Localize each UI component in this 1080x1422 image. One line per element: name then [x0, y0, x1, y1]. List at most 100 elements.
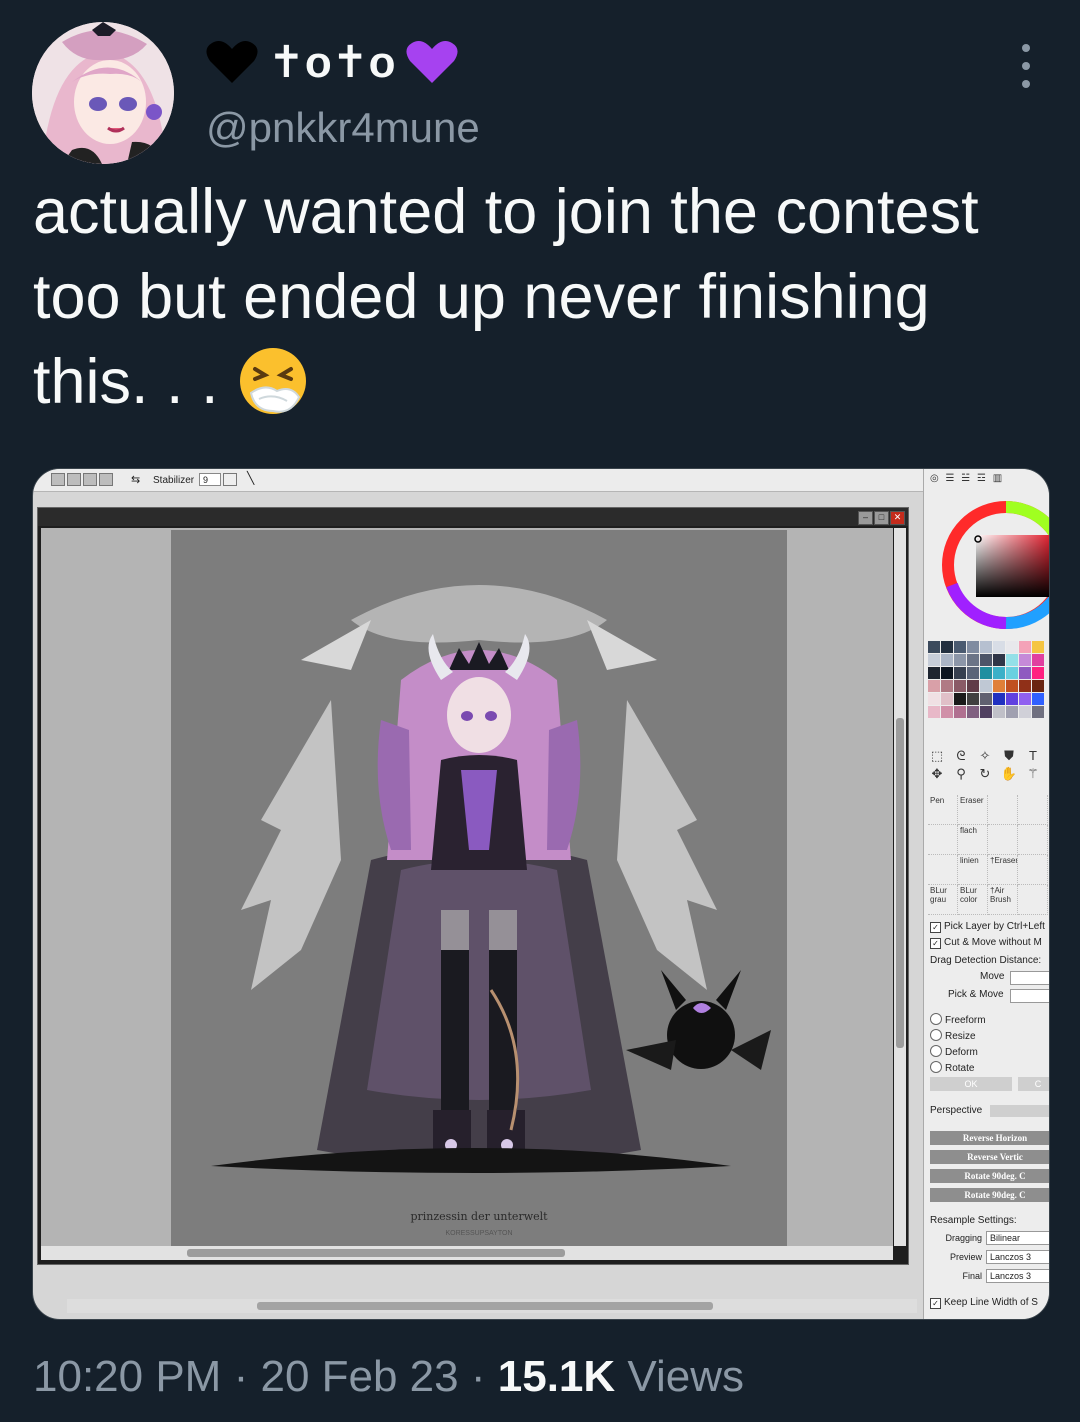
perspective-slider[interactable]: [990, 1105, 1049, 1117]
color-swatch[interactable]: [941, 693, 953, 705]
brush-slot[interactable]: Pen: [928, 795, 958, 825]
outer-horizontal-scrollbar[interactable]: [67, 1299, 917, 1313]
color-swatch[interactable]: [967, 667, 979, 679]
more-options-icon[interactable]: [1012, 44, 1040, 88]
brush-slot[interactable]: Eraser: [958, 795, 988, 825]
brush-slot[interactable]: [1018, 795, 1048, 825]
color-swatch[interactable]: [1032, 667, 1044, 679]
color-swatch[interactable]: [1006, 641, 1018, 653]
magic-wand-icon[interactable]: ✧: [976, 747, 994, 765]
rect-select-icon[interactable]: ⬚: [928, 747, 946, 765]
brush-slot[interactable]: BLur grau: [928, 885, 958, 915]
move-distance-field[interactable]: [1010, 971, 1049, 985]
panel-tabs[interactable]: ◎ ☰ ☱ ☲ ▥: [930, 473, 1004, 484]
display-name[interactable]: ✝o✝o: [268, 37, 396, 88]
color-swatch[interactable]: [928, 667, 940, 679]
maximize-icon[interactable]: □: [874, 511, 889, 525]
brush-slot[interactable]: [928, 855, 958, 885]
scrollbar-thumb[interactable]: [257, 1302, 713, 1310]
color-swatch[interactable]: [954, 680, 966, 692]
dragging-select[interactable]: Bilinear: [986, 1231, 1049, 1245]
rotate-cw-button[interactable]: Rotate 90deg. C: [930, 1188, 1049, 1202]
color-swatch[interactable]: [1032, 641, 1044, 653]
rotate-ccw-button[interactable]: Rotate 90deg. C: [930, 1169, 1049, 1183]
color-swatch[interactable]: [993, 641, 1005, 653]
color-swatch[interactable]: [1006, 706, 1018, 718]
toolbar-button[interactable]: [67, 473, 81, 486]
brush-slot[interactable]: [928, 825, 958, 855]
close-icon[interactable]: ✕: [890, 511, 905, 525]
cancel-button[interactable]: C: [1018, 1077, 1049, 1091]
checkbox-checked-icon[interactable]: ✓: [930, 922, 941, 933]
color-swatch[interactable]: [993, 667, 1005, 679]
color-swatch[interactable]: [954, 693, 966, 705]
hand-icon[interactable]: ✋: [1000, 765, 1018, 783]
color-wheel[interactable]: [942, 493, 1050, 635]
color-swatch[interactable]: [967, 654, 979, 666]
color-swatch[interactable]: [928, 693, 940, 705]
brush-slot[interactable]: [1018, 885, 1048, 915]
checkbox-checked-icon[interactable]: ✓: [930, 938, 941, 949]
user-handle[interactable]: @pnkkr4mune: [206, 104, 480, 152]
canvas-horizontal-scrollbar[interactable]: [41, 1246, 893, 1260]
minimize-icon[interactable]: –: [858, 511, 873, 525]
brush-slot[interactable]: †Air Brush: [988, 885, 1018, 915]
color-swatch[interactable]: [967, 680, 979, 692]
color-swatch[interactable]: [980, 693, 992, 705]
move-icon[interactable]: ✥: [928, 765, 946, 783]
toolbar-button[interactable]: [99, 473, 113, 486]
text-tool-icon[interactable]: T: [1024, 747, 1042, 765]
color-swatch[interactable]: [980, 680, 992, 692]
color-swatch[interactable]: [980, 641, 992, 653]
color-swatch[interactable]: [1019, 680, 1031, 692]
color-swatch[interactable]: [967, 706, 979, 718]
color-swatch[interactable]: [941, 680, 953, 692]
resize-option[interactable]: Resize: [930, 1029, 976, 1042]
rotate-option[interactable]: Rotate: [930, 1061, 974, 1074]
color-swatch[interactable]: [967, 693, 979, 705]
color-swatch[interactable]: [967, 641, 979, 653]
brush-slot[interactable]: flach: [958, 825, 988, 855]
color-swatch[interactable]: [993, 680, 1005, 692]
rotate-view-icon[interactable]: ↻: [976, 765, 994, 783]
tweet-media-image[interactable]: ⇆ Stabilizer 9 ╲ – □ ✕ prinzessin der un…: [32, 468, 1050, 1320]
color-swatch[interactable]: [1032, 693, 1044, 705]
brush-slot[interactable]: [1018, 855, 1048, 885]
color-swatch[interactable]: [1032, 706, 1044, 718]
display-name-row[interactable]: ✝o✝o: [206, 36, 458, 88]
color-swatch[interactable]: [941, 706, 953, 718]
color-swatch[interactable]: [1006, 667, 1018, 679]
color-swatch[interactable]: [1032, 654, 1044, 666]
brush-slot[interactable]: †Eraser: [988, 855, 1018, 885]
pick-layer-option[interactable]: ✓ Pick Layer by Ctrl+Left: [930, 921, 1045, 933]
brush-slot[interactable]: [988, 795, 1018, 825]
color-swatch[interactable]: [1006, 680, 1018, 692]
bucket-icon[interactable]: ⛊: [1000, 747, 1018, 765]
stabilizer-dropdown-icon[interactable]: [223, 473, 237, 486]
stabilizer-select[interactable]: 9: [199, 473, 221, 486]
color-swatch[interactable]: [993, 654, 1005, 666]
color-swatch[interactable]: [954, 654, 966, 666]
color-swatch[interactable]: [1019, 641, 1031, 653]
color-swatch[interactable]: [928, 654, 940, 666]
pick-move-distance-field[interactable]: [1010, 989, 1049, 1003]
brush-slot[interactable]: BLur color: [958, 885, 988, 915]
color-swatch[interactable]: [993, 693, 1005, 705]
color-swatch[interactable]: [993, 706, 1005, 718]
tweet-date[interactable]: 20 Feb 23: [260, 1352, 458, 1401]
color-swatch[interactable]: [941, 667, 953, 679]
canvas-vertical-scrollbar[interactable]: [894, 528, 906, 1246]
checkbox-checked-icon[interactable]: ✓: [930, 1298, 941, 1309]
eyedropper-icon[interactable]: ⚚: [1024, 765, 1042, 783]
color-swatch[interactable]: [980, 667, 992, 679]
color-swatch[interactable]: [928, 680, 940, 692]
color-swatch[interactable]: [1006, 693, 1018, 705]
color-swatch[interactable]: [1019, 706, 1031, 718]
brush-slot[interactable]: linien: [958, 855, 988, 885]
color-swatch[interactable]: [1019, 654, 1031, 666]
color-swatch[interactable]: [980, 654, 992, 666]
toolbar-button[interactable]: [83, 473, 97, 486]
radio-icon[interactable]: [930, 1045, 942, 1057]
ok-button[interactable]: OK: [930, 1077, 1012, 1091]
scrollbar-thumb[interactable]: [896, 718, 904, 1048]
